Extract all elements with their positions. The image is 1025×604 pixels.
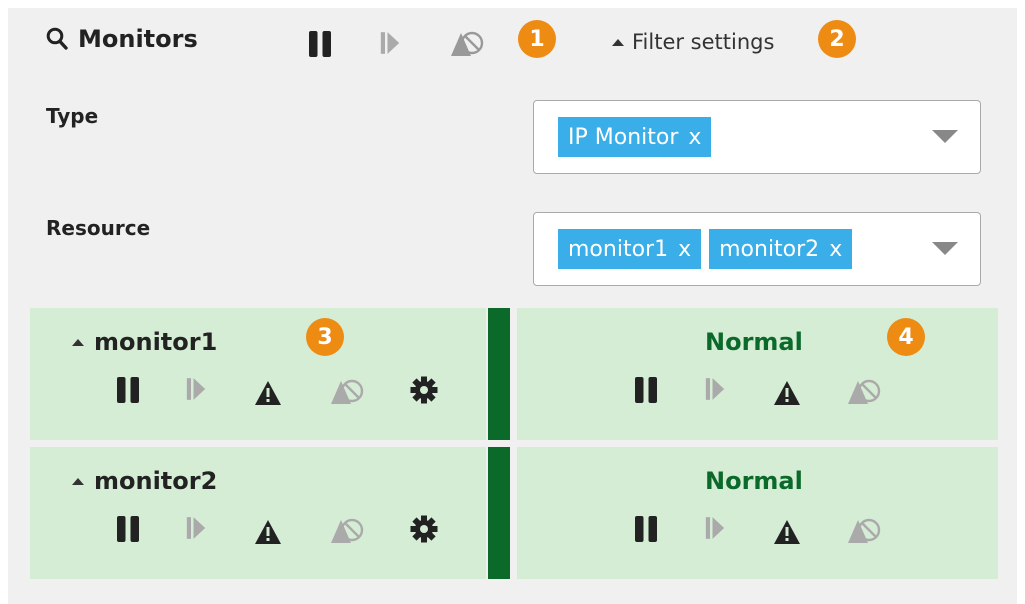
gear-icon[interactable] xyxy=(410,376,438,404)
suppress-alert-icon[interactable] xyxy=(847,517,881,545)
filter-settings-label: Filter settings xyxy=(632,30,775,54)
resource-filter-select[interactable]: monitor1 x monitor2 x xyxy=(533,212,981,286)
resource-chip: monitor2 x xyxy=(709,229,853,269)
dropdown-caret-icon[interactable] xyxy=(932,130,958,143)
pause-all-button[interactable] xyxy=(308,30,332,58)
type-chip-label: IP Monitor xyxy=(568,124,679,150)
monitor-row: monitor1 3 Normal 4 xyxy=(30,308,998,440)
pause-icon[interactable] xyxy=(634,376,658,404)
warning-icon[interactable] xyxy=(254,380,282,406)
search-icon xyxy=(46,27,68,50)
resource-chip-label: monitor2 xyxy=(719,236,820,262)
resume-icon[interactable] xyxy=(186,376,206,402)
type-filter-select[interactable]: IP Monitor x xyxy=(533,100,981,174)
suppress-alert-all-button[interactable] xyxy=(449,30,485,58)
collapse-triangle-icon xyxy=(612,38,624,46)
dropdown-caret-icon[interactable] xyxy=(932,242,958,255)
page-title: Monitors xyxy=(46,25,198,53)
resource-filter-label: Resource xyxy=(46,216,151,240)
pause-icon[interactable] xyxy=(116,515,140,543)
monitor-name-toggle[interactable]: monitor1 xyxy=(72,328,217,356)
resume-icon[interactable] xyxy=(705,515,725,541)
resource-chip: monitor1 x xyxy=(558,229,702,269)
status-separator xyxy=(488,447,510,579)
suppress-alert-icon[interactable] xyxy=(330,517,364,545)
monitor-status-cell: Normal 4 xyxy=(517,308,998,440)
collapse-triangle-icon xyxy=(72,477,84,485)
monitor-controls-cell: monitor1 3 xyxy=(30,308,486,440)
monitors-panel: Monitors 1 Filter settings 2 Type IP Mon… xyxy=(8,8,1017,604)
resource-chip-label: monitor1 xyxy=(568,236,669,262)
remove-chip-button[interactable]: x xyxy=(829,237,842,262)
collapse-triangle-icon xyxy=(72,338,84,346)
remove-chip-button[interactable]: x xyxy=(688,125,701,150)
warning-icon[interactable] xyxy=(254,519,282,545)
panel-header: Monitors 1 Filter settings 2 xyxy=(8,8,1017,72)
suppress-alert-icon[interactable] xyxy=(847,378,881,406)
status-separator xyxy=(488,308,510,440)
monitor-name: monitor2 xyxy=(94,467,218,495)
resume-all-button[interactable] xyxy=(380,30,400,56)
resume-icon[interactable] xyxy=(186,515,206,541)
remove-chip-button[interactable]: x xyxy=(678,237,691,262)
suppress-alert-icon[interactable] xyxy=(330,378,364,406)
gear-icon[interactable] xyxy=(410,515,438,543)
monitor-name: monitor1 xyxy=(94,328,218,356)
monitor-name-toggle[interactable]: monitor2 xyxy=(72,467,217,495)
callout-badge-1: 1 xyxy=(518,20,556,58)
status-text: Normal xyxy=(705,467,803,495)
filter-settings-toggle[interactable]: Filter settings xyxy=(612,30,774,54)
resume-icon[interactable] xyxy=(705,376,725,402)
warning-icon[interactable] xyxy=(773,519,801,545)
monitor-status-cell: Normal xyxy=(517,447,998,579)
callout-badge-2: 2 xyxy=(818,20,856,58)
warning-icon[interactable] xyxy=(773,380,801,406)
type-chip: IP Monitor x xyxy=(558,117,712,157)
title-text: Monitors xyxy=(78,25,198,53)
callout-badge-3: 3 xyxy=(306,318,344,356)
pause-icon[interactable] xyxy=(634,515,658,543)
status-text: Normal xyxy=(705,328,803,356)
pause-icon[interactable] xyxy=(116,376,140,404)
type-filter-label: Type xyxy=(46,104,99,128)
monitor-controls-cell: monitor2 xyxy=(30,447,486,579)
callout-badge-4: 4 xyxy=(887,318,925,356)
monitor-row: monitor2 Normal xyxy=(30,447,998,579)
